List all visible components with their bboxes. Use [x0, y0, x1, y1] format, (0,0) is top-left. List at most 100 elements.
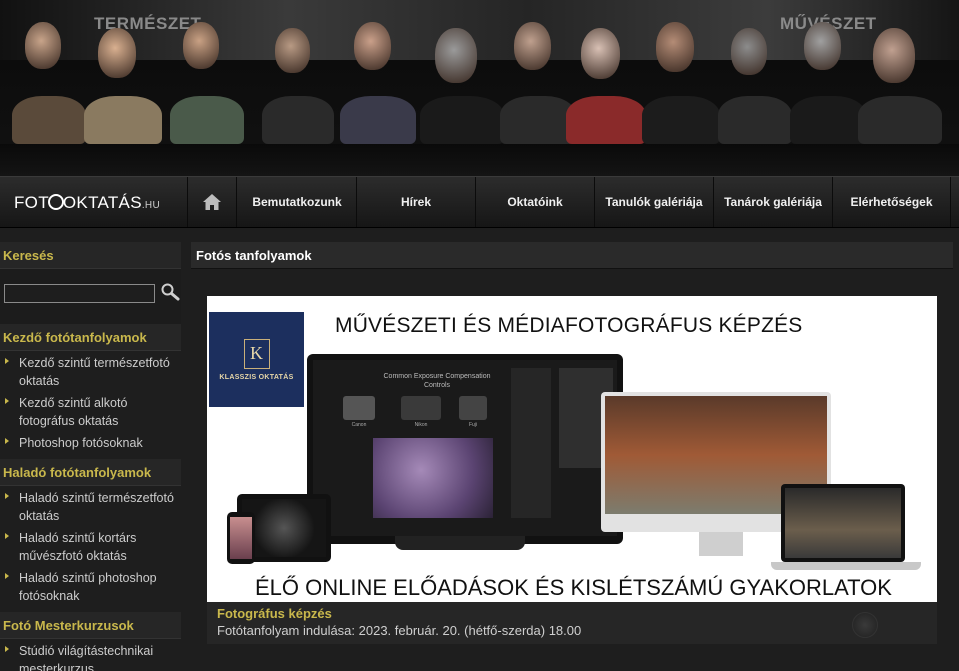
instructor-portrait: [84, 14, 168, 144]
nav-item-instructors[interactable]: Oktatóink: [476, 177, 595, 227]
portrait-body: [262, 96, 334, 144]
promo-banner-image[interactable]: MŰVÉSZETI ÉS MÉDIAFOTOGRÁFUS KÉPZÉS K KL…: [207, 296, 937, 602]
magnifier-icon[interactable]: [160, 282, 180, 302]
imac-stand: [699, 532, 743, 556]
portrait-head: [98, 28, 137, 78]
slide-heading: Common Exposure Compensation Controls: [383, 373, 491, 389]
logo-suffix: .HU: [141, 200, 160, 211]
brand-letter: K: [243, 338, 270, 369]
portrait-head: [513, 22, 551, 71]
slider-dot-icon[interactable]: [852, 612, 878, 638]
beginner-course-list: Kezdő szintű természetfotó oktatás Kezdő…: [0, 351, 181, 459]
laptop-device: [781, 484, 905, 562]
page-title: Fotós tanfolyamok: [191, 242, 953, 269]
list-item[interactable]: Kezdő szintű alkotó fotográfus oktatás: [0, 393, 181, 433]
search-box: [0, 269, 181, 324]
banner-floor: [0, 144, 959, 176]
list-item[interactable]: Haladó szintű kortárs művészfotó oktatás: [0, 528, 181, 568]
caption-title[interactable]: Fotográfus képzés: [217, 606, 927, 621]
instructor-portrait: [12, 14, 92, 144]
portrait-head: [435, 28, 478, 83]
main-navigation: FOT OKTATÁS.HU Bemutatkozunk Hírek Oktató…: [0, 176, 959, 228]
portrait-body: [858, 96, 942, 144]
portrait-head: [731, 28, 768, 75]
home-icon: [203, 194, 221, 210]
portrait-head: [656, 22, 695, 72]
nav-item-teacher-gallery[interactable]: Tanárok galériája: [714, 177, 833, 227]
participant-list: [511, 368, 551, 518]
slide-label-nikon: Nikon: [414, 422, 428, 428]
instructor-portrait: [566, 14, 652, 144]
portrait-body: [566, 96, 646, 144]
phone-screen-portrait: [230, 517, 252, 559]
promo-caption: Fotográfus képzés Fotótanfolyam indulása…: [207, 602, 937, 644]
instructor-portrait: [718, 14, 798, 144]
list-item[interactable]: Haladó szintű photoshop fotósoknak: [0, 568, 181, 608]
list-item[interactable]: Haladó szintű természetfotó oktatás: [0, 488, 181, 528]
section-title-master: Fotó Mesterkurzusok: [0, 612, 181, 639]
site-logo[interactable]: FOT OKTATÁS.HU: [14, 193, 160, 213]
slide-label-canon: Canon: [351, 422, 367, 428]
search-title: Keresés: [0, 242, 181, 269]
logo-text-mid: OKTATÁS: [62, 193, 142, 212]
instructor-portrait: [170, 14, 250, 144]
portrait-body: [84, 96, 162, 144]
instructor-portrait: [420, 14, 510, 144]
advanced-course-list: Haladó szintű természetfotó oktatás Hala…: [0, 486, 181, 612]
nav-home-button[interactable]: [187, 177, 237, 227]
section-title-advanced: Haladó fotótanfolyamok: [0, 459, 181, 486]
bullet-icon: [5, 573, 9, 579]
promo-footer: ÉLŐ ONLINE ELŐADÁSOK ÉS KISLÉTSZÁMÚ GYAK…: [255, 575, 892, 600]
sidebar: Keresés Kezdő fotótanfolyamok Kezdő szin…: [0, 242, 181, 671]
caption-text: Fotótanfolyam indulása: 2023. február. 2…: [217, 623, 582, 638]
slide-label-fuji: Fuji: [468, 422, 478, 428]
master-course-list: Stúdió világítástechnikai mesterkurzus: [0, 639, 181, 671]
laptop-screen-studio-photo: [785, 488, 901, 558]
portrait-head: [183, 22, 220, 69]
list-item[interactable]: Photoshop fotósoknak: [0, 433, 181, 455]
course-link[interactable]: Haladó szintű photoshop fotósoknak: [19, 571, 157, 603]
portrait-head: [353, 22, 391, 71]
portrait-head: [580, 28, 621, 80]
camera-dial-fuji: [459, 396, 487, 420]
portrait-body: [500, 96, 576, 144]
monitor-device: Common Exposure Compensation Controls Ca…: [307, 354, 623, 544]
bullet-icon: [5, 646, 9, 652]
nav-item-news[interactable]: Hírek: [357, 177, 476, 227]
logo-lens-icon: [47, 194, 64, 210]
portrait-body: [340, 96, 416, 144]
main-content: Fotós tanfolyamok MŰVÉSZETI ÉS MÉDIAFOTO…: [191, 242, 953, 671]
portrait-head: [25, 22, 62, 69]
nav-item-contact[interactable]: Elérhetőségek: [833, 177, 951, 227]
camera-dial-nikon: [401, 396, 441, 420]
portrait-body: [170, 96, 244, 144]
nav-item-student-gallery[interactable]: Tanulók galériája: [595, 177, 714, 227]
portrait-body: [642, 96, 720, 144]
search-input[interactable]: [4, 284, 155, 303]
instructor-portrait: [340, 14, 422, 144]
section-title-beginner: Kezdő fotótanfolyamok: [0, 324, 181, 351]
waterdrop-photo: [373, 438, 493, 518]
bullet-icon: [5, 533, 9, 539]
course-link[interactable]: Stúdió világítástechnikai mesterkurzus: [19, 644, 153, 671]
course-link[interactable]: Haladó szintű természetfotó oktatás: [19, 491, 174, 523]
laptop-base: [771, 562, 921, 570]
course-link[interactable]: Haladó szintű kortárs művészfotó oktatás: [19, 531, 136, 563]
list-item[interactable]: Kezdő szintű természetfotó oktatás: [0, 353, 181, 393]
brand-name: KLASSZIS OKTATÁS: [219, 373, 294, 381]
nav-item-about[interactable]: Bemutatkozunk: [238, 177, 357, 227]
portrait-head: [873, 28, 916, 83]
header-banner: TERMÉSZET MŰVÉSZET: [0, 0, 959, 176]
portrait-body: [790, 96, 866, 144]
bullet-icon: [5, 438, 9, 444]
course-link[interactable]: Kezdő szintű természetfotó oktatás: [19, 356, 170, 388]
course-link[interactable]: Kezdő szintű alkotó fotográfus oktatás: [19, 396, 127, 428]
camera-dial-canon: [343, 396, 375, 420]
promo-headline: MŰVÉSZETI ÉS MÉDIAFOTOGRÁFUS KÉPZÉS: [335, 314, 803, 337]
portrait-body: [12, 96, 86, 144]
course-link[interactable]: Photoshop fotósoknak: [19, 436, 143, 450]
bullet-icon: [5, 493, 9, 499]
portrait-body: [420, 96, 504, 144]
portrait-head: [803, 22, 841, 71]
list-item[interactable]: Stúdió világítástechnikai mesterkurzus: [0, 641, 181, 671]
